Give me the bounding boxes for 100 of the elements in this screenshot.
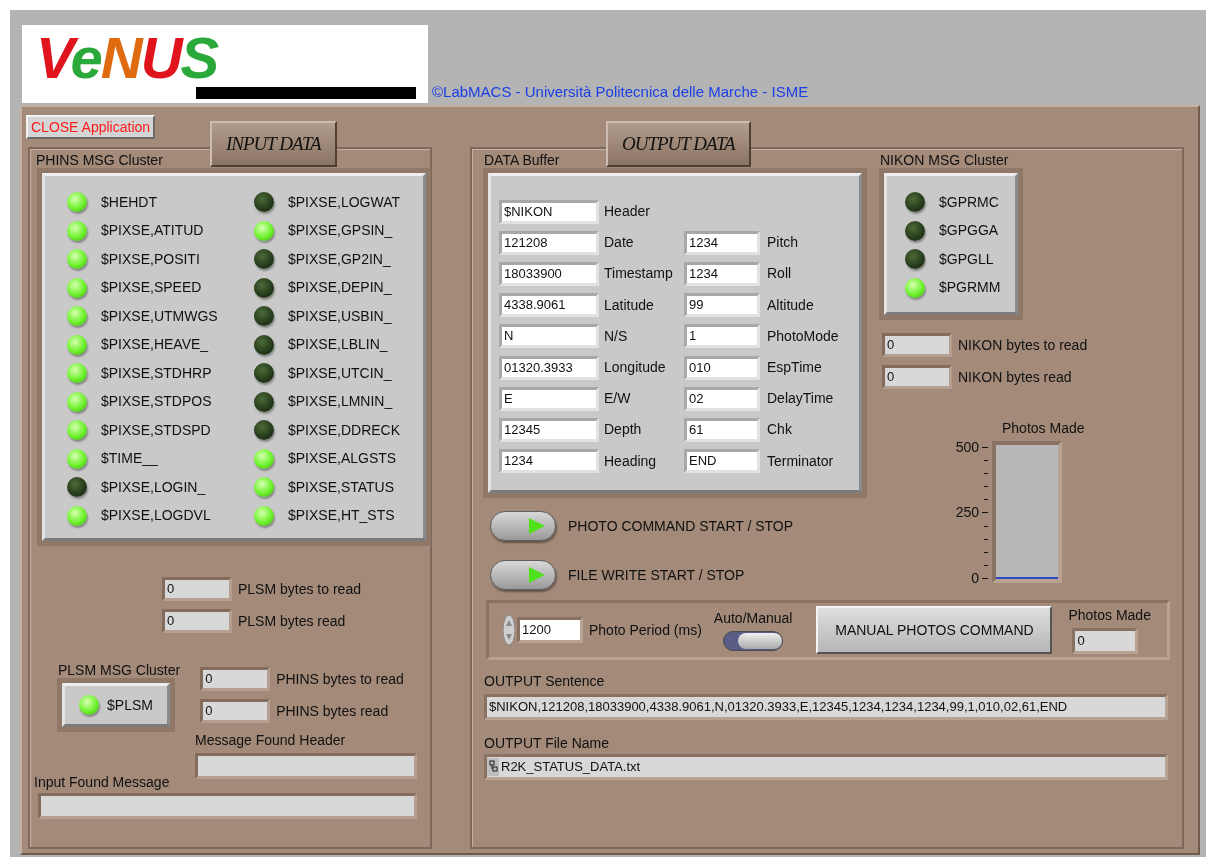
- data-field: 1: [684, 324, 760, 349]
- field-label: PLSM bytes read: [238, 611, 346, 631]
- credit-text: ©LabMACS - Università Politecnica delle Marche - ISME: [432, 81, 809, 102]
- led-label: $PIXSE,LOGWAT: [288, 192, 401, 212]
- field-label: OUTPUT File Name: [484, 734, 610, 752]
- counter-field: 0: [200, 667, 271, 691]
- data-field: 010: [684, 355, 760, 380]
- data-field: 99: [684, 293, 760, 318]
- led-label: $PIXSE,HT_STS: [288, 506, 395, 526]
- field-label: N/S: [604, 326, 629, 346]
- cluster-label: DATA Buffer: [484, 151, 561, 169]
- section-title: OUTPUT DATA: [606, 121, 751, 167]
- output-sentence-field: $NIKON,121208,18033900,4338.9061,N,01320.3933,E,12345,1234,1234,1234,99,1,010,02,61,END: [484, 694, 1168, 720]
- field-label: Altitude: [767, 295, 814, 315]
- path-icon: [487, 758, 499, 776]
- led-label: $PIXSE,ATITUD: [101, 221, 204, 241]
- data-field: 18033900: [499, 261, 599, 286]
- play-icon: [527, 516, 547, 536]
- photos-made-field: 0: [1072, 628, 1139, 654]
- led-label: $GPRMC: [939, 192, 999, 212]
- led-label: $PIXSE,LOGDVL: [101, 506, 211, 526]
- field-label: PHINS bytes read: [276, 701, 389, 721]
- led-label: $PIXSE,HEAVE_: [101, 335, 209, 355]
- field-label: PLSM bytes to read: [238, 579, 361, 599]
- field-label: Header: [604, 202, 651, 222]
- toggle-label: FILE WRITE START / STOP: [568, 565, 745, 585]
- led-label: $PIXSE,STDSPD: [101, 420, 211, 440]
- cluster-label: NIKON MSG Cluster: [880, 151, 1010, 169]
- counter-field: 0: [882, 333, 952, 357]
- switch-label: Auto/Manual: [713, 609, 793, 627]
- led-label: $PIXSE,SPEED: [101, 278, 202, 298]
- led-label: $HEHDT: [101, 192, 157, 212]
- cluster-label: PHINS MSG Cluster: [36, 151, 164, 169]
- data-field: E: [499, 386, 599, 411]
- field-label: Longitude: [604, 358, 667, 378]
- toggle-button[interactable]: [490, 560, 556, 590]
- play-icon: [527, 565, 547, 585]
- data-field: 12345: [499, 417, 599, 442]
- field-label: NIKON bytes read: [958, 367, 1072, 387]
- field-label: NIKON bytes to read: [958, 335, 1088, 355]
- field-label: Latitude: [604, 295, 655, 315]
- field-label: OUTPUT Sentence: [484, 672, 606, 690]
- field-label: Chk: [767, 420, 792, 440]
- led-label: $PIXSE,STDPOS: [101, 392, 212, 412]
- data-field: 1234: [499, 449, 599, 474]
- meter-label: Photos Made: [1002, 419, 1086, 437]
- field-label: Photos Made: [1068, 606, 1151, 624]
- field-label: Date: [604, 233, 635, 253]
- data-field: END: [684, 449, 760, 474]
- led-label: $PIXSE,STDHRP: [101, 363, 212, 383]
- led-label: $PIXSE,GP2IN_: [288, 249, 391, 269]
- auto-manual-switch[interactable]: [723, 631, 784, 651]
- field-label: PHINS bytes to read: [276, 669, 404, 689]
- counter-field: 0: [882, 365, 952, 389]
- led-label: $TIME__: [101, 449, 158, 469]
- led-label: $PIXSE,USBIN_: [288, 306, 392, 326]
- field-label: Input Found Message: [34, 773, 171, 791]
- field-label: Message Found Header: [195, 731, 347, 749]
- led-label: $PIXSE,GPSIN_: [288, 221, 393, 241]
- led-label: $PIXSE,LBLIN_: [288, 335, 388, 355]
- field-label: Pitch: [767, 233, 799, 253]
- field-label: DelayTime: [767, 389, 834, 409]
- data-field: 4338.9061: [499, 293, 599, 318]
- spinner-icon: [503, 615, 515, 645]
- tick-label: 500: [955, 437, 979, 457]
- led-label: $PIXSE,UTCIN_: [288, 363, 392, 383]
- tick-label: 0: [971, 569, 979, 589]
- led-label: $PIXSE,UTMWGS: [101, 306, 218, 326]
- field-label: Photo Period (ms): [589, 620, 702, 640]
- tick-label: 250: [955, 503, 979, 523]
- logo: VeNUS: [22, 25, 428, 103]
- period-field[interactable]: 1200: [517, 617, 583, 643]
- output-file-field[interactable]: R2K_STATUS_DATA.txt: [484, 754, 1168, 780]
- led-label: $PIXSE,LMNIN_: [288, 392, 393, 412]
- field-label: Timestamp: [604, 264, 674, 284]
- led-label: $PGRMM: [939, 278, 1001, 298]
- counter-field: 0: [200, 699, 271, 723]
- field-label: Roll: [767, 264, 792, 284]
- led-label: $PIXSE,LOGIN_: [101, 477, 206, 497]
- led-label: $PLSM: [107, 695, 153, 715]
- field-label: Terminator: [767, 451, 834, 471]
- led-label: $GPGGA: [939, 221, 999, 241]
- counter-field: 0: [162, 609, 232, 633]
- led-label: $PIXSE,DDRECK: [288, 420, 401, 440]
- manual-photos-button[interactable]: MANUAL PHOTOS COMMAND: [816, 606, 1053, 654]
- section-title: INPUT DATA: [210, 121, 337, 167]
- cluster-label: PLSM MSG Cluster: [58, 661, 181, 679]
- data-field: 61: [684, 417, 760, 442]
- field-label: EspTime: [767, 358, 822, 378]
- field-label: PhotoMode: [767, 326, 839, 346]
- led-label: $PIXSE,POSITI: [101, 249, 200, 269]
- field-label: Heading: [604, 451, 658, 471]
- toggle-label: PHOTO COMMAND START / STOP: [568, 516, 794, 536]
- data-field: 1234: [684, 261, 760, 286]
- data-field: 02: [684, 386, 760, 411]
- data-field: 121208: [499, 230, 599, 255]
- toggle-button[interactable]: [490, 511, 556, 541]
- led-label: $PIXSE,ALGSTS: [288, 449, 397, 469]
- field-label: Depth: [604, 420, 643, 440]
- data-field: N: [499, 324, 599, 349]
